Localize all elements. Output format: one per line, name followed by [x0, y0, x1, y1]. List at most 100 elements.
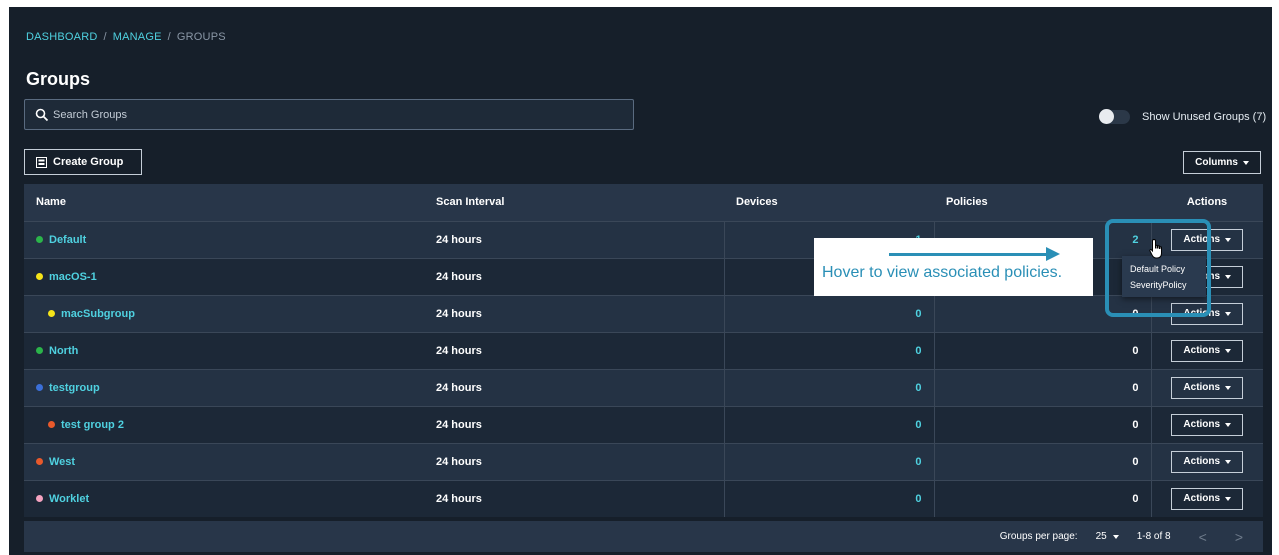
group-name-cell: macOS-1 [24, 257, 424, 295]
chevron-down-icon [1225, 237, 1232, 242]
group-name-link[interactable]: West [36, 444, 412, 480]
policies-link[interactable]: 0 [1132, 419, 1138, 431]
show-unused-toggle[interactable] [1099, 109, 1130, 124]
breadcrumb-dashboard[interactable]: DASHBOARD [26, 31, 97, 43]
group-color-dot [48, 421, 55, 428]
page-range: 1-8 of 8 [1136, 531, 1171, 542]
group-name-cell: macSubgroup [24, 294, 424, 332]
group-name-link[interactable]: testgroup [36, 370, 412, 406]
group-name-link[interactable]: North [36, 333, 412, 369]
devices-count[interactable]: 0 [723, 368, 934, 406]
breadcrumb-current: GROUPS [176, 31, 226, 43]
actions-dropdown-button[interactable]: Actions [1171, 376, 1244, 399]
policies-count: 0 [933, 405, 1151, 443]
table-row[interactable]: test group 2 24 hours 0 0 Actions [24, 405, 1263, 443]
devices-count[interactable]: 0 [723, 442, 934, 480]
column-header-scan-interval[interactable]: Scan Interval [424, 184, 724, 221]
chevron-down-icon [1242, 160, 1249, 165]
devices-count[interactable]: 0 [723, 331, 934, 369]
group-color-dot [36, 347, 43, 354]
group-name-link[interactable]: macOS-1 [36, 259, 412, 295]
devices-count[interactable]: 0 [723, 405, 934, 443]
group-color-dot [36, 236, 43, 243]
columns-button[interactable]: Columns [1183, 151, 1261, 174]
policies-count: 0 [933, 368, 1151, 406]
hover-callout: Hover to view associated policies. [814, 238, 1093, 296]
scan-interval-cell: 24 hours [424, 405, 724, 443]
scan-interval-cell: 24 hours [424, 257, 724, 295]
create-group-button[interactable]: Create Group [24, 149, 142, 175]
actions-cell: Actions [1150, 368, 1263, 406]
table-row[interactable]: macSubgroup 24 hours 0 0 Actions [24, 294, 1263, 332]
actions-dropdown-button[interactable]: Actions [1171, 339, 1244, 362]
table-row[interactable]: West 24 hours 0 0 Actions [24, 442, 1263, 480]
hand-cursor-icon [1149, 238, 1162, 259]
callout-text: Hover to view associated policies. [822, 264, 1063, 281]
actions-label: Actions [1183, 382, 1221, 393]
breadcrumb-separator: / [167, 31, 171, 43]
search-input[interactable] [53, 100, 623, 129]
group-name: macOS-1 [49, 270, 97, 283]
policies-link[interactable]: 0 [1132, 493, 1138, 505]
column-header-name[interactable]: Name [24, 184, 424, 221]
devices-count[interactable]: 0 [723, 294, 934, 332]
create-group-icon [36, 156, 47, 168]
group-name-link[interactable]: test group 2 [36, 407, 412, 443]
per-page-value: 25 [1095, 531, 1107, 542]
actions-label: Actions [1183, 456, 1221, 467]
actions-dropdown-button[interactable]: Actions [1171, 487, 1244, 510]
group-name-cell: North [24, 331, 424, 369]
breadcrumb-manage[interactable]: MANAGE [113, 31, 162, 43]
show-unused-toggle-group: Show Unused Groups (7) [1099, 109, 1266, 124]
policies-count: 0 [933, 479, 1151, 517]
policies-link[interactable]: 0 [1132, 345, 1138, 357]
actions-dropdown-button[interactable]: Actions [1171, 450, 1244, 473]
highlight-box [1105, 219, 1211, 317]
chevron-down-icon [1225, 459, 1232, 464]
table-row[interactable]: testgroup 24 hours 0 0 Actions [24, 368, 1263, 406]
group-name-link[interactable]: Default [36, 222, 412, 258]
columns-label: Columns [1195, 157, 1238, 168]
column-header-devices[interactable]: Devices [724, 184, 934, 221]
breadcrumb-separator: / [103, 31, 107, 43]
chevron-down-icon [1225, 496, 1232, 501]
group-name-cell: Worklet [24, 479, 424, 517]
chevron-down-icon [1225, 385, 1232, 390]
scan-interval-cell: 24 hours [424, 294, 724, 332]
column-header-actions: Actions [1186, 196, 1228, 209]
chevron-down-icon [1225, 422, 1232, 427]
callout-arrow-head [1046, 247, 1060, 261]
group-name: Worklet [49, 492, 90, 505]
group-name-link[interactable]: macSubgroup [36, 296, 412, 332]
policies-link[interactable]: 0 [1132, 382, 1138, 394]
breadcrumb: DASHBOARD / MANAGE / GROUPS [26, 31, 226, 43]
actions-dropdown-button[interactable]: Actions [1171, 413, 1244, 436]
devices-count[interactable]: 0 [723, 479, 934, 517]
callout-arrow-line [889, 253, 1049, 256]
group-color-dot [36, 384, 43, 391]
group-color-dot [48, 310, 55, 317]
policies-link[interactable]: 0 [1132, 456, 1138, 468]
per-page-select[interactable]: 25 [1096, 531, 1119, 542]
chevron-down-icon [1225, 348, 1232, 353]
per-page-label: Groups per page: [999, 531, 1078, 542]
group-name-cell: test group 2 [24, 405, 424, 443]
actions-cell: Actions [1150, 442, 1263, 480]
actions-label: Actions [1183, 493, 1221, 504]
next-page-button[interactable]: > [1235, 529, 1243, 545]
table-row[interactable]: North 24 hours 0 0 Actions [24, 331, 1263, 369]
search-icon [35, 108, 49, 122]
group-name: Default [49, 233, 87, 246]
group-color-dot [36, 495, 43, 502]
scan-interval-cell: 24 hours [424, 331, 724, 369]
scan-interval-cell: 24 hours [424, 368, 724, 406]
column-header-policies[interactable]: Policies [934, 184, 1151, 221]
group-name-link[interactable]: Worklet [36, 481, 412, 517]
actions-label: Actions [1183, 419, 1221, 430]
search-box [24, 99, 634, 130]
scan-interval-cell: 24 hours [424, 442, 724, 480]
prev-page-button[interactable]: < [1199, 529, 1207, 545]
group-name: West [49, 455, 76, 468]
table-row[interactable]: Worklet 24 hours 0 0 Actions [24, 479, 1263, 517]
group-name: test group 2 [61, 418, 124, 431]
